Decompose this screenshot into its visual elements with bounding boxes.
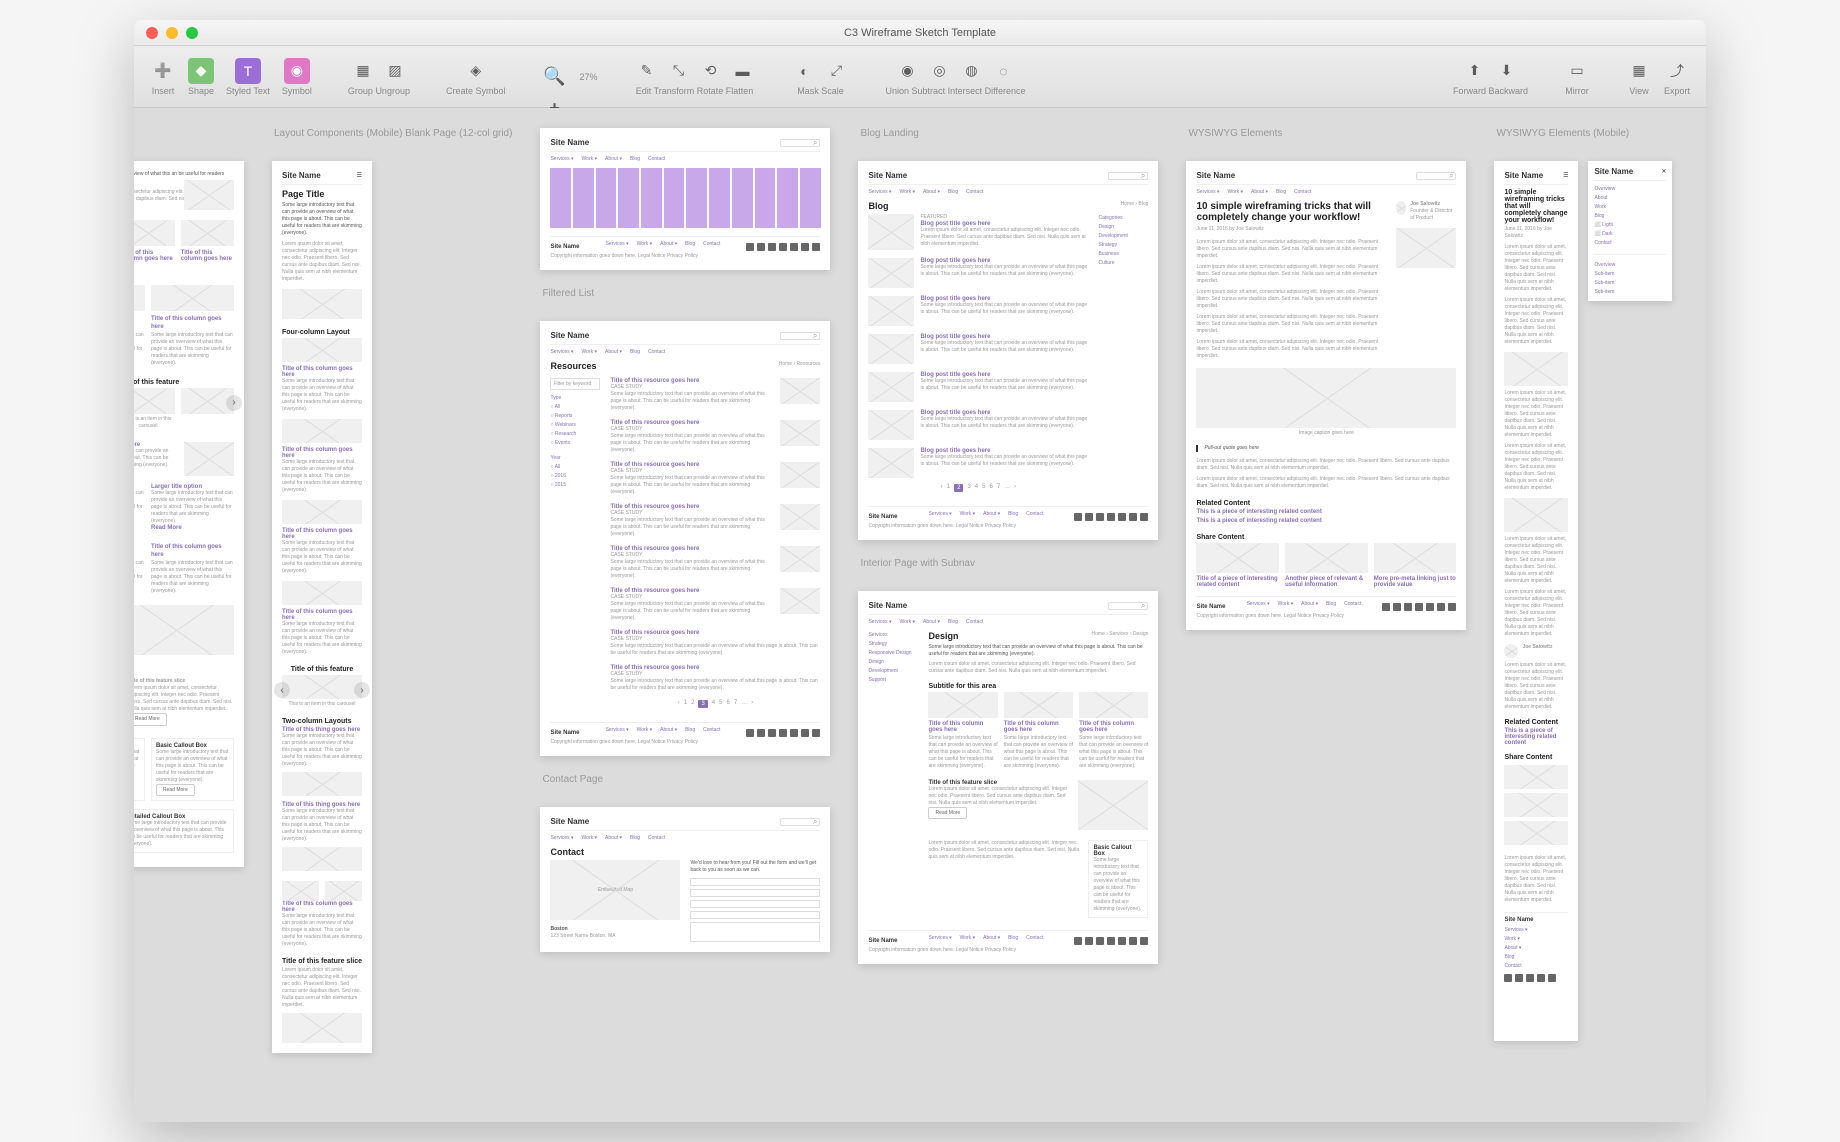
difference-icon[interactable]: ◌ [991,58,1017,84]
artboard-label: Layout Components (Mobile) Blank Page (1… [272,128,512,139]
artboard-label: Contact Page [540,774,830,785]
search-input [780,332,820,340]
magnifier-icon[interactable]: 🔍 [542,64,568,90]
toolbar: ➕Insert ◆Shape TStyled Text ◉Symbol ▦▨Gr… [134,46,1706,108]
chevron-right-icon[interactable]: › [226,395,242,411]
union-icon[interactable]: ◉ [895,58,921,84]
zoom-icon[interactable] [186,27,198,39]
window-title: C3 Wireframe Sketch Template [844,27,996,39]
export-icon[interactable]: ⤴ [1664,58,1690,84]
mask-icon[interactable]: ◐ [792,58,818,84]
edit-icon[interactable]: ✎ [634,58,660,84]
scale-icon[interactable]: ⤢ [824,58,850,84]
group-icon[interactable]: ▦ [350,58,376,84]
search-input [1416,172,1456,180]
artboard-contact[interactable]: Site Name Services ▾Work ▾About ▾BlogCon… [540,807,830,952]
close-icon[interactable] [146,27,158,39]
artboard-label: WYSIWYG Elements [1186,128,1466,139]
chevron-right-icon[interactable]: › [354,682,370,698]
subtract-icon[interactable]: ◎ [927,58,953,84]
chevron-left-icon[interactable]: ‹ [274,682,290,698]
menu-icon: ☰ [1563,172,1568,179]
search-input [780,818,820,826]
artboard-interior-subnav[interactable]: Site Name Services ▾Work ▾About ▾BlogCon… [858,591,1158,964]
artboard-layout-components[interactable]: ory text that can provide an overview of… [134,161,244,867]
artboard-wysiwyg-mobile[interactable]: Site Name☰ 10 simple wireframing tricks … [1494,161,1578,1041]
artboard-label: WYSIWYG Elements (Mobile) [1494,128,1672,139]
artboard-blog-landing[interactable]: Site Name Services ▾Work ▾About ▾BlogCon… [858,161,1158,540]
rotate-icon[interactable]: ⟲ [698,58,724,84]
shape-icon[interactable]: ◆ [188,58,214,84]
titlebar: C3 Wireframe Sketch Template [134,20,1706,46]
backward-icon[interactable]: ⬇ [1493,58,1519,84]
artboard-wysiwyg[interactable]: Site Name Services ▾Work ▾About ▾BlogCon… [1186,161,1466,630]
artboard-mobile-menu[interactable]: Site Name✕ Overview About Work Blog ⬜ Li… [1588,161,1672,301]
grid-columns [550,168,820,228]
minimize-icon[interactable] [166,27,178,39]
artboard-label: Interior Page with Subnav [858,558,1158,569]
transform-icon[interactable]: ⤡ [666,58,692,84]
forward-icon[interactable]: ⬆ [1461,58,1487,84]
intersect-icon[interactable]: ◍ [959,58,985,84]
close-icon: ✕ [1661,168,1666,175]
insert-icon[interactable]: ➕ [150,58,176,84]
search-input [1108,602,1148,610]
artboard-label: nts [134,128,244,139]
symbol-icon[interactable]: ◉ [284,58,310,84]
create-symbol-icon[interactable]: ◈ [463,58,489,84]
menu-icon: ☰ [357,172,362,179]
ungroup-icon[interactable]: ▨ [382,58,408,84]
search-input [1108,172,1148,180]
flatten-icon[interactable]: ▬ [730,58,756,84]
view-icon[interactable]: ▦ [1626,58,1652,84]
styled-text-icon[interactable]: T [235,58,261,84]
traffic-lights [146,27,198,39]
mirror-icon[interactable]: ▭ [1564,58,1590,84]
artboard-label: Filtered List [540,288,830,299]
artboard-filtered-list[interactable]: Site Name Services ▾Work ▾About ▾BlogCon… [540,321,830,756]
canvas[interactable]: nts ory text that can provide an overvie… [134,108,1706,1122]
artboard-blank-grid[interactable]: Site Name Services ▾Work ▾About ▾BlogCon… [540,128,830,270]
artboard-mobile-layout[interactable]: Site Name☰ Page Title Some large introdu… [272,161,372,1053]
zoom-level: 27% [580,72,598,82]
app-window: C3 Wireframe Sketch Template ➕Insert ◆Sh… [134,20,1706,1122]
artboard-label: Blog Landing [858,128,1158,139]
search-input [780,139,820,147]
